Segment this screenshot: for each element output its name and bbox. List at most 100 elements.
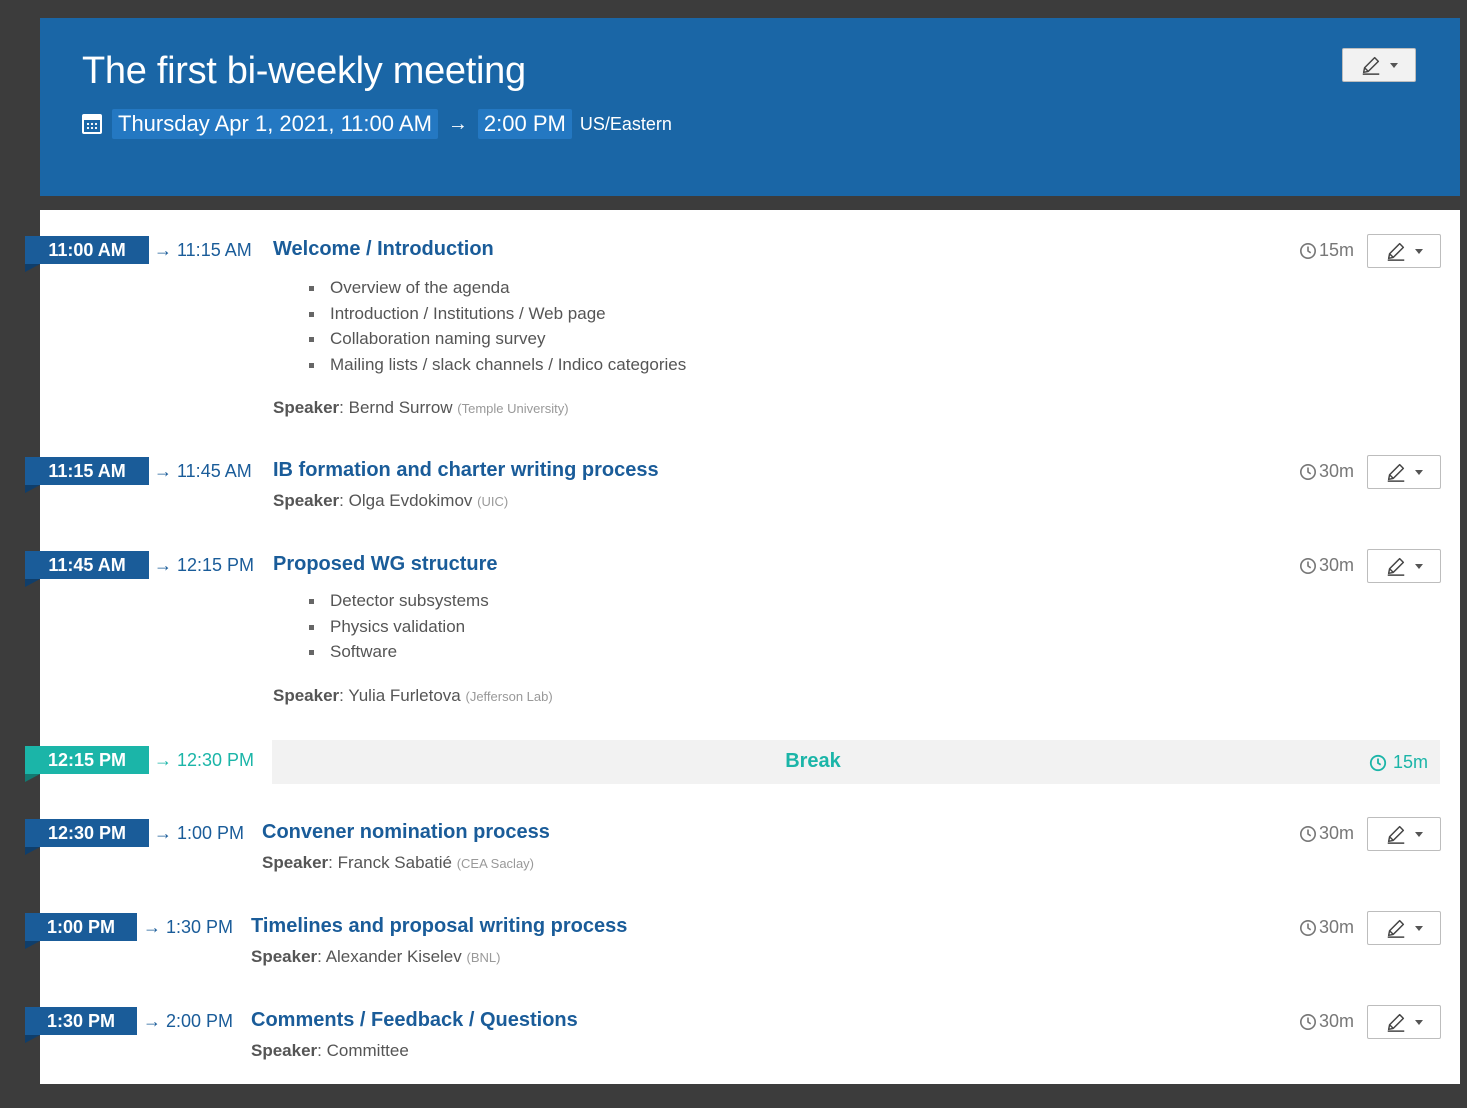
- entry-speaker: Speaker: Franck Sabatié (CEA Saclay): [262, 853, 535, 872]
- entry-duration: 30m: [1299, 823, 1354, 844]
- caret-down-icon: [1415, 563, 1423, 569]
- pencil-icon: [1387, 242, 1405, 261]
- speaker-name: Alexander Kiselev: [325, 947, 462, 966]
- entry-start-time: 11:15 AM: [25, 457, 149, 493]
- caret-down-icon: [1415, 1019, 1423, 1025]
- entry-speaker: Speaker: Olga Evdokimov (UIC): [273, 491, 509, 510]
- clock-icon: [1369, 754, 1387, 771]
- speaker-affiliation: (Jefferson Lab): [465, 689, 553, 704]
- clock-icon: [1299, 919, 1316, 936]
- entry-start-time: 11:45 AM: [25, 551, 149, 587]
- duration-value: 15m: [1318, 240, 1354, 260]
- duration-value: 30m: [1318, 917, 1354, 937]
- speaker-label: Speaker: [251, 1041, 318, 1060]
- speaker-affiliation: (Temple University): [457, 401, 569, 416]
- break-block[interactable]: Break 15m: [272, 740, 1440, 784]
- entry-speaker: Speaker: Bernd Surrow (Temple University…: [273, 398, 569, 417]
- entry-title[interactable]: Convener nomination process: [262, 821, 550, 844]
- entry-end-time: → 1:30 PM: [143, 917, 234, 937]
- entry-end-time: → 1:00 PM: [154, 823, 245, 843]
- entry-end-time: → 11:15 AM: [154, 240, 252, 260]
- entry-edit-button[interactable]: [1367, 911, 1441, 945]
- entry-description: Overview of the agenda Introduction / In…: [306, 275, 686, 377]
- clock-icon: [1299, 557, 1316, 574]
- entry-edit-button[interactable]: [1367, 234, 1441, 268]
- caret-down-icon: [1415, 248, 1423, 254]
- list-item: Mailing lists / slack channels / Indico …: [306, 352, 686, 378]
- caret-down-icon: [1415, 831, 1423, 837]
- clock-icon: [1299, 1013, 1316, 1030]
- entry-title[interactable]: Welcome / Introduction: [273, 238, 494, 261]
- caret-down-icon: [1415, 925, 1423, 931]
- entry-speaker: Speaker: Alexander Kiselev (BNL): [251, 947, 501, 966]
- list-item: Collaboration naming survey: [306, 326, 686, 352]
- pencil-icon: [1387, 557, 1405, 576]
- date-arrow: →: [447, 112, 468, 135]
- speaker-name: Committee: [326, 1041, 409, 1060]
- entry-speaker: Speaker: Yulia Furletova (Jefferson Lab): [273, 686, 553, 705]
- event-start-date: Thursday Apr 1, 2021, 11:00 AM: [112, 109, 438, 139]
- event-title: The first bi-weekly meeting: [82, 50, 526, 92]
- speaker-label: Speaker: [251, 947, 318, 966]
- list-item: Physics validation: [306, 614, 489, 640]
- entry-edit-button[interactable]: [1367, 549, 1441, 583]
- list-item: Introduction / Institutions / Web page: [306, 301, 686, 327]
- break-title: Break: [785, 750, 841, 772]
- caret-down-icon: [1415, 469, 1423, 475]
- clock-icon: [1299, 242, 1316, 259]
- break-start-time: 12:15 PM: [25, 746, 149, 782]
- list-item: Overview of the agenda: [306, 275, 686, 301]
- entry-title[interactable]: Comments / Feedback / Questions: [251, 1009, 578, 1032]
- entry-duration: 30m: [1299, 917, 1354, 938]
- entry-edit-button[interactable]: [1367, 817, 1441, 851]
- pencil-icon: [1387, 919, 1405, 938]
- entry-edit-button[interactable]: [1367, 1005, 1441, 1039]
- duration-value: 30m: [1318, 461, 1354, 481]
- speaker-affiliation: (CEA Saclay): [456, 856, 535, 871]
- entry-start-time: 12:30 PM: [25, 819, 149, 855]
- entry-duration: 30m: [1299, 461, 1354, 482]
- entry-duration: 15m: [1299, 240, 1354, 261]
- event-edit-button[interactable]: [1342, 48, 1416, 82]
- speaker-label: Speaker: [273, 398, 340, 417]
- entry-title[interactable]: Proposed WG structure: [273, 553, 497, 576]
- list-item: Software: [306, 639, 489, 665]
- duration-value: 15m: [1392, 752, 1428, 772]
- entry-title[interactable]: IB formation and charter writing process: [273, 459, 659, 482]
- speaker-label: Speaker: [273, 491, 340, 510]
- event-dates: Thursday Apr 1, 2021, 11:00 AM → 2:00 PM…: [82, 108, 672, 140]
- speaker-label: Speaker: [262, 853, 329, 872]
- speaker-affiliation: (BNL): [466, 950, 501, 965]
- speaker-label: Speaker: [273, 686, 340, 705]
- clock-icon: [1299, 825, 1316, 842]
- break-end-time: → 12:30 PM: [154, 750, 255, 770]
- list-item: Detector subsystems: [306, 588, 489, 614]
- event-header: The first bi-weekly meeting Thursday Apr…: [40, 18, 1460, 196]
- entry-end-time: → 12:15 PM: [154, 555, 255, 575]
- entry-end-time: → 11:45 AM: [154, 461, 252, 481]
- speaker-name: Yulia Furletova: [348, 686, 461, 705]
- calendar-icon: [82, 114, 102, 134]
- entry-title[interactable]: Timelines and proposal writing process: [251, 915, 627, 938]
- speaker-name: Olga Evdokimov: [348, 491, 473, 510]
- entry-start-time: 1:00 PM: [25, 913, 137, 949]
- speaker-name: Franck Sabatié: [337, 853, 452, 872]
- break-duration: 15m: [1369, 752, 1428, 773]
- caret-down-icon: [1390, 62, 1398, 68]
- duration-value: 30m: [1318, 1011, 1354, 1031]
- entry-start-time: 1:30 PM: [25, 1007, 137, 1043]
- duration-value: 30m: [1318, 555, 1354, 575]
- entry-start-time: 11:00 AM: [25, 236, 149, 272]
- pencil-icon: [1387, 825, 1405, 844]
- entry-end-time: → 2:00 PM: [143, 1011, 234, 1031]
- entry-duration: 30m: [1299, 1011, 1354, 1032]
- entry-speaker: Speaker: Committee: [251, 1041, 409, 1060]
- speaker-name: Bernd Surrow: [348, 398, 453, 417]
- event-end-time: 2:00 PM: [477, 109, 572, 139]
- clock-icon: [1299, 463, 1316, 480]
- event-timezone: US/Eastern: [579, 113, 672, 134]
- duration-value: 30m: [1318, 823, 1354, 843]
- pencil-icon: [1387, 463, 1405, 482]
- timetable: 11:00 AM → 11:15 AM Welcome / Introducti…: [25, 210, 1460, 1084]
- entry-edit-button[interactable]: [1367, 455, 1441, 489]
